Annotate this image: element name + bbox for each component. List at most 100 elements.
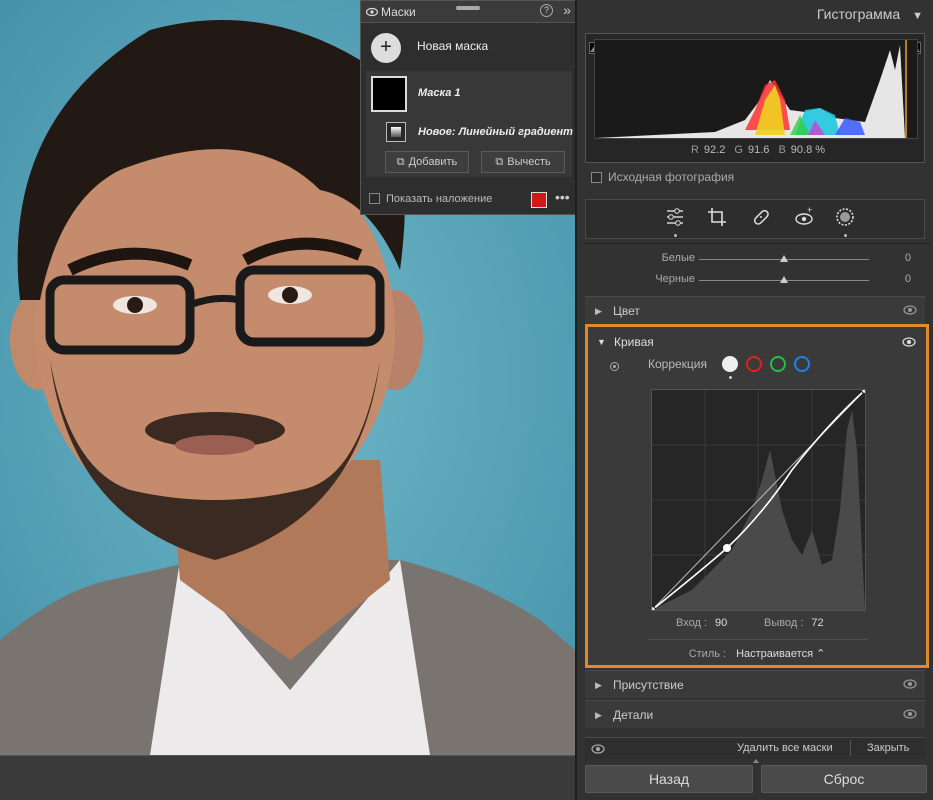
add-mask-button[interactable]: + [371,33,401,63]
channel-green[interactable] [770,356,786,372]
eye-icon[interactable] [366,7,378,17]
filmstrip [0,755,575,800]
gradient-item[interactable]: Новое: Линейный градиент [366,121,573,145]
whites-value[interactable]: 0 [905,252,911,264]
output-label: Вывод : [764,617,804,629]
show-overlay-checkbox[interactable]: Показать наложение [369,193,492,205]
section-details[interactable]: ▶ Детали [585,700,925,728]
more-options-icon[interactable]: ••• [555,189,570,205]
output-readout: Вывод : 72 [764,617,824,629]
target-adjust-icon[interactable] [610,362,619,371]
mask-footer: Удалить все маски Закрыть [585,737,925,759]
tool-strip: + [585,199,925,239]
b-label: B [778,144,786,156]
masks-title: Маски [381,5,416,19]
b-value: 90.8 [790,144,813,156]
blacks-thumb[interactable] [780,276,788,283]
panel-grip-icon [753,759,759,763]
chevron-down-icon[interactable]: ▼ [912,10,923,22]
channel-red[interactable] [746,356,762,372]
presence-title: Присутствие [613,678,684,692]
add-icon: ⧉ [396,156,405,168]
subtract-label: Вычесть [507,156,551,168]
eye-icon[interactable] [903,707,917,721]
channel-rgb[interactable] [722,356,738,372]
new-mask-label[interactable]: Новая маска [417,39,488,53]
style-label: Стиль : [688,648,727,660]
curve-panel: ▼ Кривая Коррекция Вход :90 Вывод: 72 С… [585,324,929,668]
subtract-icon: ⧉ [495,156,504,168]
input-value: 90 [715,617,728,629]
add-label: Добавить [408,156,458,168]
section-color[interactable]: ▶ Цвет [585,296,925,324]
section-presence[interactable]: ▶ Присутствие [585,670,925,698]
original-photo-label: Исходная фотография [608,170,735,184]
style-value[interactable]: Настраивается ⌃ [736,648,825,660]
g-value: 91.6 [747,144,770,156]
expand-icon: ▶ [595,710,602,720]
histogram-title: Гистограмма [816,6,901,22]
whites-label: Белые [661,252,695,264]
correction-label: Коррекция [648,357,708,371]
close-link[interactable]: Закрыть [867,742,909,754]
g-label: G [734,144,743,156]
blacks-slider[interactable]: Черные 0 [585,271,925,291]
red-eye-icon[interactable]: + [793,205,815,228]
gradient-label[interactable]: Новое: Линейный градиент [418,126,573,138]
sliders-icon[interactable] [664,206,686,228]
mask-name[interactable]: Маска 1 [418,87,461,99]
active-tool-dot [674,234,677,237]
whites-slider[interactable]: Белые 0 [585,250,925,270]
mask-icon[interactable] [834,206,856,228]
svg-text:+: + [807,206,812,215]
overlay-color-swatch[interactable] [531,192,547,208]
tone-curve-graph[interactable] [648,386,869,614]
reset-button[interactable]: Сброс [761,765,927,793]
masks-panel: Маски ? » + Новая маска Маска 1 Новое: Л… [360,0,578,215]
r-label: R [690,144,699,156]
eye-icon[interactable] [591,743,605,755]
crop-icon[interactable] [706,206,728,228]
subtract-button[interactable]: ⧉ Вычесть [481,151,565,173]
percent-unit: % [815,144,826,156]
eye-icon[interactable] [903,303,917,317]
histogram-plot [594,39,918,139]
curve-point[interactable] [723,544,731,552]
curve-title[interactable]: Кривая [614,335,654,349]
color-title: Цвет [613,304,640,318]
original-photo-toggle[interactable]: Исходная фотография [591,170,734,184]
back-button[interactable]: Назад [585,765,753,793]
channel-blue[interactable] [794,356,810,372]
expand-icon: ▶ [595,680,602,690]
histogram: R 92.2 G 91.6 B 90.8 % [585,33,925,163]
selected-channel-dot [729,376,732,379]
eye-icon[interactable] [902,335,916,349]
show-overlay-label: Показать наложение [386,193,493,205]
expand-icon: ▶ [595,306,602,316]
rgb-readout: R 92.2 G 91.6 B 90.8 % [586,144,924,156]
eye-icon[interactable] [903,677,917,691]
details-title: Детали [613,708,654,722]
collapse-icon[interactable]: » [563,2,571,18]
help-icon[interactable]: ? [540,4,553,17]
r-value: 92.2 [703,144,726,156]
drag-handle[interactable] [456,6,480,10]
right-panel: Гистограмма ▼ R 92.2 G 91.6 B 90.8 % Исходн… [575,0,933,800]
mask-item[interactable]: Маска 1 [366,71,572,121]
blacks-value[interactable]: 0 [905,273,911,285]
blacks-label: Черные [655,273,695,285]
input-label: Вход : [676,617,707,629]
mask-thumbnail[interactable] [371,76,407,112]
collapse-icon[interactable]: ▼ [597,337,606,347]
whites-thumb[interactable] [780,255,788,262]
masks-panel-header[interactable]: Маски ? » [361,1,577,23]
add-button[interactable]: ⧉ Добавить [385,151,469,173]
delete-all-masks-link[interactable]: Удалить все маски [737,742,833,754]
input-readout: Вход : 90 [676,617,727,629]
output-value: 72 [811,617,824,629]
style-selector[interactable]: Стиль : Настраивается ⌃ [588,647,926,660]
gradient-icon [386,122,406,142]
active-tool-dot [844,234,847,237]
healing-icon[interactable] [750,206,772,228]
histogram-header[interactable]: Гистограмма ▼ [817,6,923,22]
